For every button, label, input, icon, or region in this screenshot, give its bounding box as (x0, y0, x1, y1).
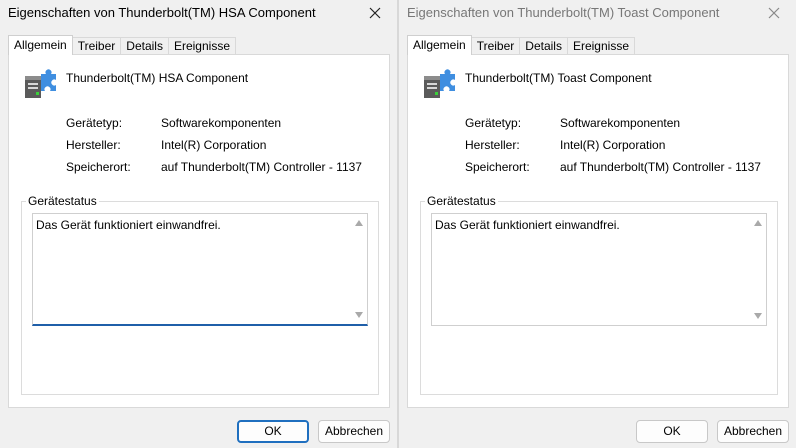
vertical-scrollbar[interactable] (751, 214, 766, 325)
scroll-down-arrow-icon (355, 312, 363, 318)
scroll-up-arrow-icon (754, 220, 762, 226)
property-label: Speicherort: (66, 160, 131, 174)
device-name: Thunderbolt(TM) Toast Component (465, 71, 652, 85)
window-title: Eigenschaften von Thunderbolt(TM) Toast … (407, 5, 720, 20)
scroll-up-button[interactable] (753, 218, 763, 228)
close-button[interactable] (762, 2, 786, 24)
tab-bar: Allgemein Treiber Details Ereignisse (407, 35, 635, 55)
device-name: Thunderbolt(TM) HSA Component (66, 71, 249, 85)
cancel-button[interactable]: Abbrechen (717, 420, 789, 443)
tab-allgemein[interactable]: Allgemein (8, 35, 73, 55)
tab-treiber[interactable]: Treiber (470, 37, 521, 55)
property-label: Hersteller: (66, 138, 121, 152)
scroll-up-button[interactable] (354, 218, 364, 228)
tab-panel-general: Thunderbolt(TM) Toast Component Gerätety… (407, 54, 789, 408)
property-label: Gerätetyp: (465, 116, 522, 130)
device-status-textbox[interactable]: Das Gerät funktioniert einwandfrei. (431, 213, 767, 326)
device-status-text: Das Gerät funktioniert einwandfrei. (435, 218, 620, 232)
window-title: Eigenschaften von Thunderbolt(TM) HSA Co… (8, 5, 316, 20)
vertical-scrollbar[interactable] (352, 214, 367, 324)
tab-treiber[interactable]: Treiber (71, 37, 122, 55)
close-button[interactable] (363, 2, 387, 24)
device-status-group: Gerätestatus Das Gerät funktioniert einw… (420, 194, 778, 395)
scroll-down-button[interactable] (354, 310, 364, 320)
device-status-textbox[interactable]: Das Gerät funktioniert einwandfrei. (32, 213, 368, 326)
properties-dialog-toast: Eigenschaften von Thunderbolt(TM) Toast … (399, 0, 796, 448)
title-bar[interactable]: Eigenschaften von Thunderbolt(TM) Toast … (399, 0, 796, 26)
property-label: Hersteller: (465, 138, 520, 152)
tab-ereignisse[interactable]: Ereignisse (566, 37, 635, 55)
tab-allgemein[interactable]: Allgemein (407, 35, 472, 55)
puzzle-device-icon (424, 69, 455, 98)
tab-details[interactable]: Details (120, 37, 169, 55)
property-value: auf Thunderbolt(TM) Controller - 1137 (161, 160, 362, 174)
property-value: auf Thunderbolt(TM) Controller - 1137 (560, 160, 761, 174)
property-label: Gerätetyp: (66, 116, 123, 130)
puzzle-device-icon (25, 69, 56, 98)
tab-ereignisse[interactable]: Ereignisse (167, 37, 236, 55)
close-icon (768, 7, 780, 19)
device-status-legend: Gerätestatus (26, 194, 99, 208)
scroll-down-button[interactable] (753, 311, 763, 321)
close-icon (369, 7, 381, 19)
scroll-up-arrow-icon (355, 220, 363, 226)
tab-details[interactable]: Details (519, 37, 568, 55)
property-value: Softwarekomponenten (560, 116, 681, 130)
tab-bar: Allgemein Treiber Details Ereignisse (8, 35, 236, 55)
tab-panel-general: Thunderbolt(TM) HSA Component Gerätetyp:… (8, 54, 390, 408)
property-value: Softwarekomponenten (161, 116, 282, 130)
device-status-text: Das Gerät funktioniert einwandfrei. (36, 218, 221, 232)
properties-dialog-hsa: Eigenschaften von Thunderbolt(TM) HSA Co… (0, 0, 398, 448)
device-status-group: Gerätestatus Das Gerät funktioniert einw… (21, 194, 379, 395)
scroll-down-arrow-icon (754, 313, 762, 319)
property-label: Speicherort: (465, 160, 530, 174)
title-bar[interactable]: Eigenschaften von Thunderbolt(TM) HSA Co… (0, 0, 397, 26)
ok-button[interactable]: OK (636, 420, 708, 443)
cancel-button[interactable]: Abbrechen (318, 420, 390, 443)
property-value: Intel(R) Corporation (560, 138, 666, 152)
property-value: Intel(R) Corporation (161, 138, 267, 152)
device-status-legend: Gerätestatus (425, 194, 498, 208)
ok-button[interactable]: OK (237, 420, 309, 443)
